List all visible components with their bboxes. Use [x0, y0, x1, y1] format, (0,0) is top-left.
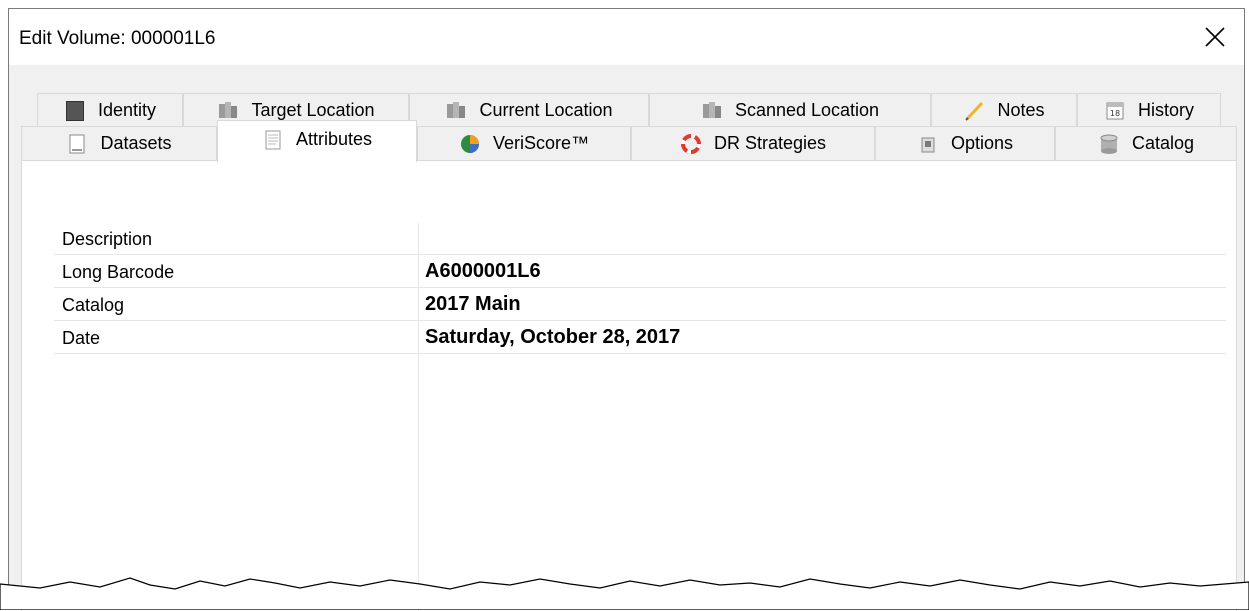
close-icon [1205, 27, 1225, 47]
tab-identity[interactable]: Identity [37, 93, 183, 127]
tab-label: Catalog [1131, 133, 1195, 153]
tab-label: Target Location [251, 100, 375, 120]
target-location-icon [219, 101, 238, 118]
identity-icon [65, 100, 84, 121]
svg-text:18: 18 [1110, 109, 1120, 118]
tab-label: History [1137, 100, 1194, 120]
attribute-label: Date [62, 328, 101, 348]
attribute-value: Saturday, October 28, 2017 [425, 326, 681, 348]
title-bar: Edit Volume: 000001L6 [9, 9, 1244, 65]
edit-volume-dialog: Edit Volume: 000001L6 Identity Target Lo… [8, 8, 1245, 611]
tab-label: Identity [97, 100, 157, 120]
options-icon [921, 137, 935, 152]
attribute-row-long-barcode[interactable]: Long Barcode A6000001L6 [54, 255, 1226, 288]
dataset-icon [69, 134, 85, 153]
pencil-icon [965, 101, 984, 121]
current-location-icon [447, 101, 466, 118]
attribute-label: Catalog [62, 295, 125, 315]
attribute-row-description[interactable]: Description [54, 222, 1226, 255]
attribute-value: A6000001L6 [425, 260, 541, 282]
attribute-row-date[interactable]: Date Saturday, October 28, 2017 [54, 321, 1226, 354]
document-icon [265, 130, 281, 150]
tab-attributes[interactable]: Attributes [217, 120, 417, 162]
calendar-icon: 18 [1106, 102, 1124, 119]
attribute-value: 2017 Main [425, 293, 521, 315]
tab-notes[interactable]: Notes [931, 93, 1077, 127]
tab-datasets[interactable]: Datasets [21, 126, 217, 160]
tab-label: DR Strategies [713, 133, 827, 153]
tab-veriscore[interactable]: VeriScore™ [417, 126, 631, 160]
window-title: Edit Volume: 000001L6 [19, 28, 216, 49]
tab-label: Current Location [479, 100, 613, 120]
tab-label: Attributes [295, 129, 373, 149]
tab-label: Scanned Location [734, 100, 880, 120]
tab-scanned-location[interactable]: Scanned Location [649, 93, 931, 127]
tab-label: VeriScore™ [492, 133, 590, 153]
attribute-label: Long Barcode [62, 262, 175, 282]
tab-options[interactable]: Options [875, 126, 1055, 160]
attribute-label: Description [62, 229, 153, 249]
tab-catalog[interactable]: Catalog [1055, 126, 1237, 160]
veriscore-icon [460, 134, 479, 153]
tab-dr-strategies[interactable]: DR Strategies [631, 126, 875, 160]
tab-row-front: Datasets Attributes VeriScore™ DR Strate… [9, 120, 1244, 162]
tab-label: Options [950, 133, 1014, 153]
database-icon [1100, 134, 1118, 154]
tab-label: Notes [997, 100, 1045, 120]
tab-history[interactable]: 18 History [1077, 93, 1221, 127]
attributes-panel: Description Long Barcode A6000001L6 Cata… [21, 160, 1237, 611]
close-button[interactable] [1186, 9, 1244, 65]
scanned-location-icon [702, 101, 721, 118]
attribute-row-catalog[interactable]: Catalog 2017 Main [54, 288, 1226, 321]
tab-row-back: Identity Target Location Current Locatio… [9, 93, 1244, 127]
tab-current-location[interactable]: Current Location [409, 93, 649, 127]
tab-label: Datasets [100, 133, 172, 153]
torn-edge-decoration [0, 577, 1249, 610]
lifebuoy-icon [680, 133, 701, 154]
